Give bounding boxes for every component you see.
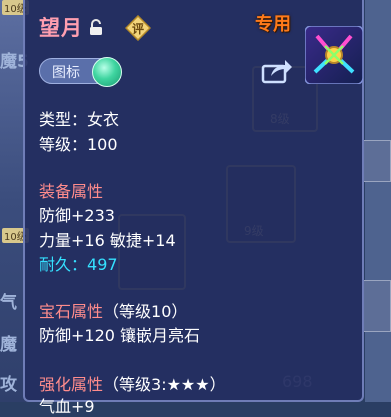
side-label: 气: [0, 293, 17, 313]
item-level: 等级：100: [39, 135, 118, 154]
durability-value: 497: [87, 255, 118, 274]
side-label: 攻: [0, 375, 17, 395]
str-agi-stat: 力量+16 敏捷+14: [39, 231, 176, 250]
item-name: 望月: [39, 16, 83, 40]
defense-stat: 防御+233: [39, 206, 115, 225]
right-tab[interactable]: [363, 140, 391, 182]
item-icon: [304, 25, 364, 85]
right-tab[interactable]: [363, 280, 391, 332]
share-icon[interactable]: [261, 58, 293, 84]
icon-toggle-label: 图标: [52, 65, 80, 81]
item-type: 类型：女衣: [39, 110, 120, 129]
icon-toggle[interactable]: 图标: [39, 57, 122, 87]
equip-section-title: 装备属性: [39, 182, 104, 201]
durability-row: 耐久：497: [39, 251, 118, 275]
toggle-knob-icon: [92, 57, 122, 87]
gem-effect: 防御+120 镶嵌月亮石: [39, 326, 201, 345]
side-label: 魔: [0, 335, 17, 355]
enhance-section-level: （等级3:★★★）: [103, 375, 226, 394]
rate-badge-icon[interactable]: 评: [124, 14, 152, 42]
gem-section-title: 宝石属性: [39, 302, 104, 321]
right-panel: [365, 0, 391, 402]
durability-label: 耐久：: [39, 255, 88, 274]
gem-section: 宝石属性（等级10）: [39, 298, 187, 322]
enhance-effect: 气血+9: [39, 397, 95, 416]
item-tooltip: 望月 评 专用 图标 类型：女衣 等级：100 装备属性 防御+233 力量+1…: [23, 0, 364, 416]
exclusive-label: 专用: [255, 14, 291, 35]
unlock-icon[interactable]: [88, 19, 104, 36]
enhance-section-title: 强化属性: [39, 375, 104, 394]
svg-text:评: 评: [132, 22, 144, 36]
enhance-section: 强化属性（等级3:★★★）: [39, 371, 226, 395]
gem-section-level: （等级10）: [103, 302, 188, 321]
